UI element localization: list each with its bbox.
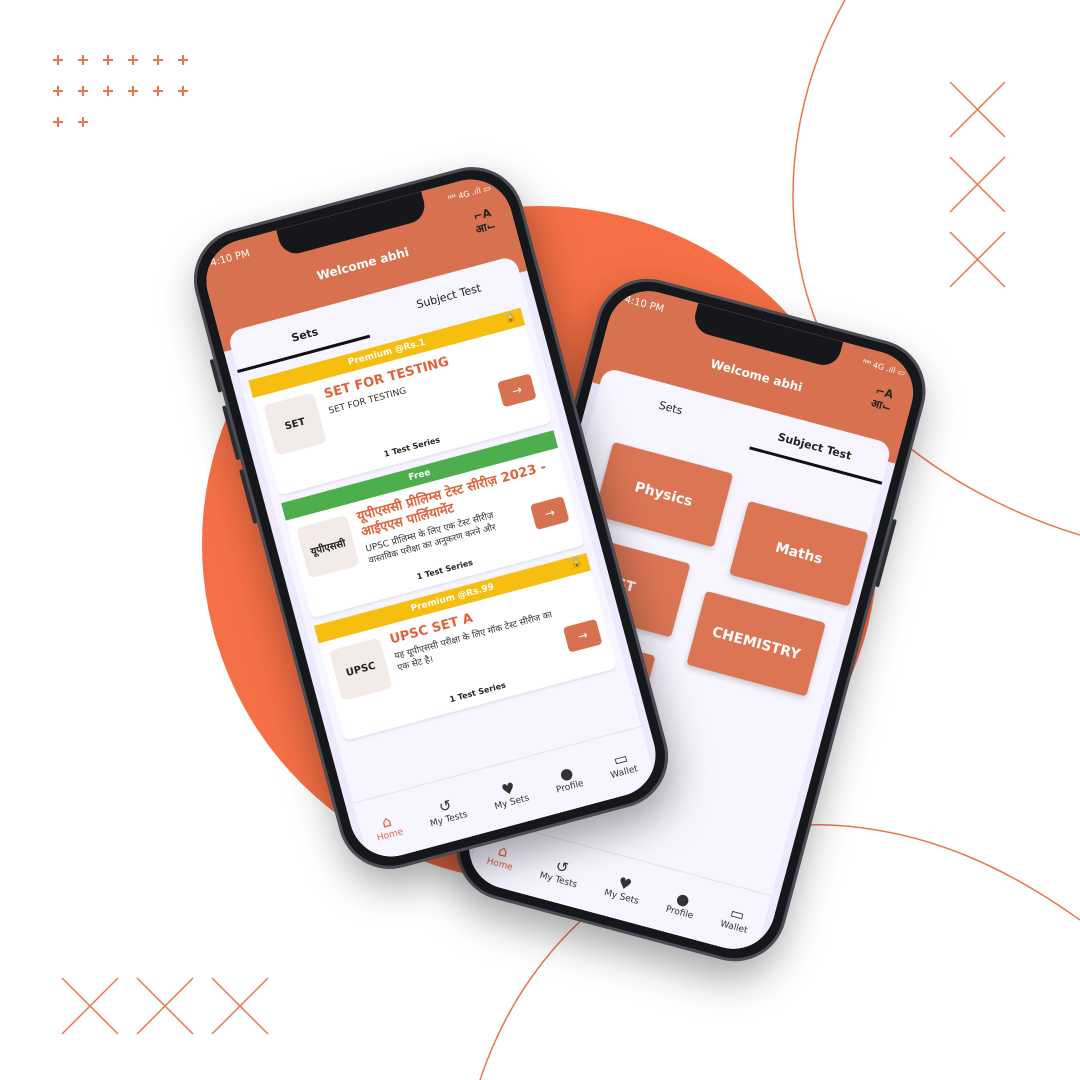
status-time: 4:10 PM: [623, 294, 666, 316]
set-thumbnail: यूपीएससी: [296, 514, 360, 579]
set-thumbnail: SET: [263, 392, 327, 456]
app-logo-icon[interactable]: ⌐A आ⌙: [466, 205, 503, 242]
nav-wallet[interactable]: ▭ Wallet: [718, 902, 753, 936]
nav-my-tests[interactable]: ↺ My Tests: [539, 853, 583, 891]
subject-tile-chemistry[interactable]: CHEMISTRY: [686, 590, 826, 697]
subject-tile-maths[interactable]: Maths: [729, 500, 869, 607]
nav-profile[interactable]: ● Profile: [665, 887, 699, 921]
nav-wallet[interactable]: ▭ Wallet: [605, 747, 640, 782]
nav-label: Wallet: [609, 764, 640, 782]
subject-tile-physics[interactable]: Physics: [593, 441, 734, 548]
nav-label: Home: [485, 856, 514, 874]
cross-pattern-bottom: [61, 977, 269, 1035]
nav-home[interactable]: ⌂ Home: [371, 810, 404, 844]
nav-label: Profile: [664, 904, 695, 922]
nav-my-sets[interactable]: ♥ My Sets: [489, 776, 531, 812]
nav-profile[interactable]: ● Profile: [551, 761, 585, 795]
nav-my-sets[interactable]: ♥ My Sets: [603, 871, 644, 906]
home-icon: ⌂: [496, 841, 511, 862]
nav-label: Home: [376, 827, 405, 844]
status-time: 4:10 PM: [209, 248, 252, 270]
status-icons: ᴺᴹ 4G .ıll ▭: [861, 357, 907, 378]
plus-pattern: [53, 55, 188, 127]
nav-home[interactable]: ⌂ Home: [485, 839, 518, 873]
open-set-button[interactable]: →: [497, 373, 537, 408]
cross-pattern-right: [949, 81, 1006, 288]
nav-label: Profile: [555, 778, 585, 796]
nav-label: Wallet: [718, 919, 749, 936]
nav-my-tests[interactable]: ↺ My Tests: [424, 792, 469, 830]
status-icons: ᴺᴹ 4G .ıll ▭: [447, 183, 492, 204]
set-thumbnail: UPSC: [328, 637, 393, 702]
